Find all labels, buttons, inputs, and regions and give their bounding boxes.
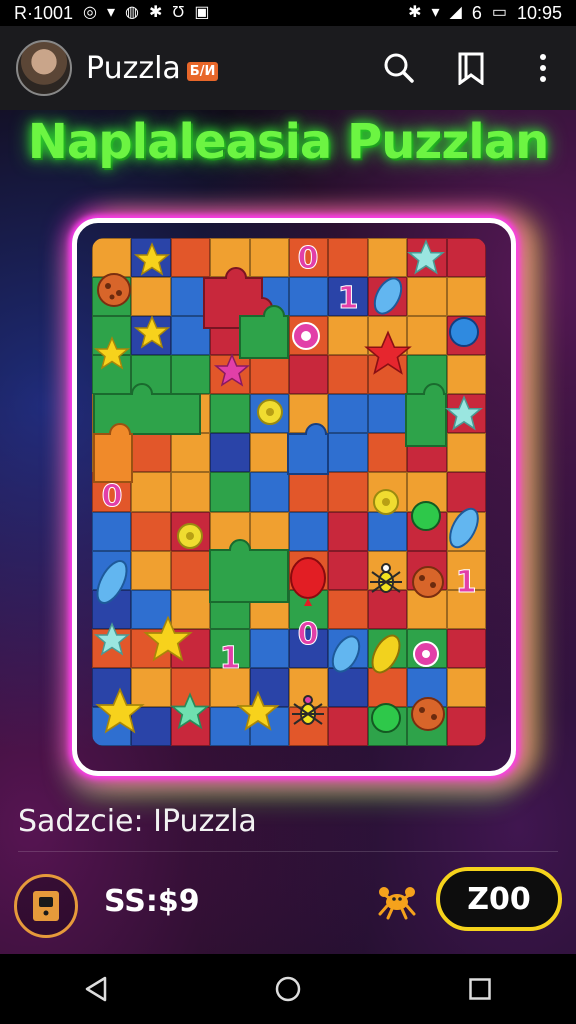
avatar[interactable] — [16, 40, 72, 96]
puzzle-caption: Sadzcie: IPuzzla — [18, 804, 257, 839]
gummy-token[interactable] — [371, 703, 401, 733]
network-label: 6 — [471, 2, 482, 23]
app-title: Puzzla Б/И — [86, 50, 219, 86]
bug-token[interactable] — [370, 563, 402, 593]
more-icon — [540, 54, 546, 82]
star-token[interactable] — [408, 240, 444, 274]
game-bottom-bar: SS:$9 Z00 — [0, 860, 576, 954]
jelly-token[interactable] — [367, 631, 405, 677]
candy-token[interactable] — [373, 489, 399, 515]
star-token[interactable] — [171, 693, 209, 729]
star-token[interactable] — [237, 691, 279, 730]
wifi-icon: ▾ — [107, 4, 116, 21]
balloon-token[interactable] — [290, 557, 326, 606]
star-token[interactable] — [135, 316, 169, 348]
gummy-token[interactable] — [449, 317, 479, 347]
status-bar-left: R·1001 ◎ ▾ ◍ ✱ Ʊ ▣ — [14, 3, 210, 24]
bug-token[interactable] — [292, 695, 324, 725]
jelly-token[interactable] — [92, 557, 133, 608]
cookie-token[interactable] — [411, 697, 445, 731]
home-button[interactable] — [258, 959, 318, 1019]
app-title-text: Puzzla — [86, 50, 181, 86]
digit-one-label[interactable]: 1 — [337, 281, 359, 317]
puzzle-board[interactable]: 0 1 0 1 0 1 — [92, 238, 486, 746]
search-button[interactable] — [382, 51, 416, 85]
clock: 10:95 — [516, 2, 562, 23]
cookie-token[interactable] — [412, 566, 444, 598]
status-bar: R·1001 ◎ ▾ ◍ ✱ Ʊ ▣ ✱ ▾ ◢ 6 ▭ 10:95 — [0, 0, 576, 26]
bookmark-icon — [458, 52, 484, 85]
cookie-token[interactable] — [97, 273, 131, 307]
star-token[interactable] — [95, 337, 129, 369]
inventory-button[interactable] — [14, 874, 78, 938]
candy-token[interactable] — [413, 641, 439, 667]
chrome-icon: ◎ — [83, 4, 98, 21]
wifi-icon: ▾ — [431, 4, 440, 21]
crab-icon[interactable] — [375, 878, 419, 922]
candy-token[interactable] — [292, 322, 320, 350]
app-bar-actions — [382, 51, 560, 85]
zoo-button[interactable]: Z00 — [436, 867, 562, 931]
jelly-token[interactable] — [369, 274, 406, 318]
star-token[interactable] — [95, 623, 129, 655]
star-token[interactable] — [135, 243, 169, 275]
jelly-token[interactable] — [444, 504, 483, 551]
signal-icon: ◢ — [449, 4, 462, 21]
bookmark-button[interactable] — [454, 51, 488, 85]
back-icon — [85, 976, 107, 1002]
more-button[interactable] — [526, 51, 560, 85]
box-icon — [33, 891, 59, 921]
star-token[interactable] — [96, 688, 144, 733]
home-icon — [275, 976, 301, 1002]
messenger-icon: ◍ — [125, 4, 140, 21]
digit-one-label[interactable]: 1 — [219, 641, 241, 677]
recents-button[interactable] — [450, 959, 510, 1019]
system-nav-bar — [0, 954, 576, 1024]
score-display: SS:$9 — [104, 884, 200, 919]
digit-zero-label[interactable]: 0 — [297, 241, 319, 277]
app-badge: Б/И — [186, 61, 219, 81]
candy-token[interactable] — [257, 399, 283, 425]
game-area: Naplaleasia Puzzlan 0 1 0 1 0 1 Sadzcie:… — [0, 110, 576, 954]
app-bar: Puzzla Б/И — [0, 26, 576, 110]
alarm-icon: Ʊ — [172, 4, 185, 21]
carrier-label: R·1001 — [14, 2, 74, 23]
jelly-token[interactable] — [327, 632, 364, 676]
token-layer: 0 1 0 1 0 1 — [92, 240, 483, 733]
search-icon — [384, 53, 414, 83]
star-token[interactable] — [215, 354, 249, 386]
gummy-token[interactable] — [411, 501, 441, 531]
recents-icon — [469, 978, 491, 1000]
candy-token[interactable] — [177, 523, 203, 549]
battery-icon: ▭ — [491, 4, 507, 21]
bluetooth-icon: ✱ — [149, 4, 163, 21]
digit-one-label[interactable]: 1 — [455, 565, 477, 601]
game-headline: Naplaleasia Puzzlan — [27, 114, 550, 170]
digit-zero-label[interactable]: 0 — [297, 617, 319, 653]
back-button[interactable] — [66, 959, 126, 1019]
status-bar-right: ✱ ▾ ◢ 6 ▭ 10:95 — [408, 3, 562, 24]
image-icon: ▣ — [194, 4, 210, 21]
star-token[interactable] — [365, 331, 411, 374]
divider — [18, 851, 558, 852]
star-token[interactable] — [144, 616, 192, 661]
bluetooth-icon: ✱ — [408, 4, 422, 21]
digit-zero-label[interactable]: 0 — [101, 479, 123, 515]
star-token[interactable] — [446, 396, 482, 430]
